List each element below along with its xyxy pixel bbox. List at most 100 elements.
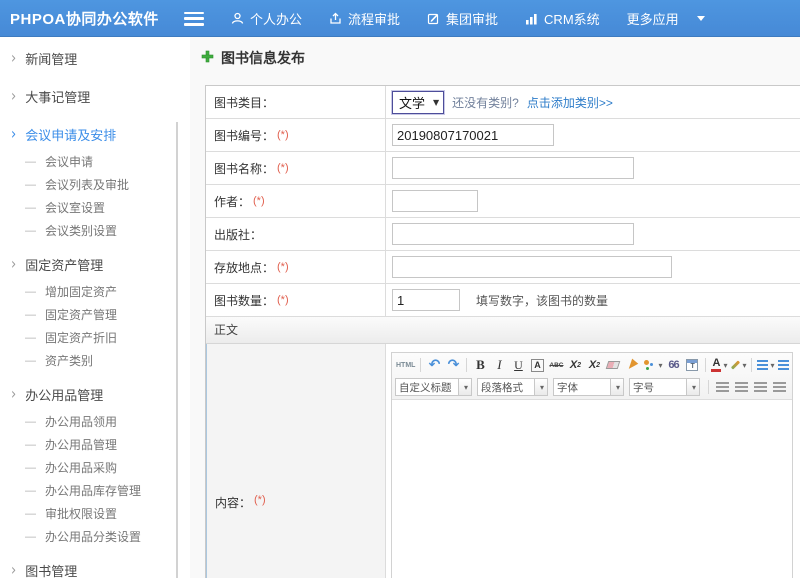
nav-crm-system[interactable]: CRM系统 <box>525 9 600 28</box>
highlight-button[interactable]: ▾ <box>729 356 747 374</box>
category-hint: 还没有类别? <box>452 94 519 111</box>
align-left-button[interactable] <box>713 378 731 396</box>
sidebar-group-books[interactable]: › 图书管理 <box>0 555 190 578</box>
sidebar-group-news[interactable]: › 新闻管理 <box>0 43 190 74</box>
plus-icon <box>201 50 214 66</box>
author-input[interactable] <box>392 190 478 212</box>
sidebar-item-asset-depreciation[interactable]: — 固定资产折旧 <box>0 326 190 349</box>
editor-content-area[interactable] <box>392 400 792 578</box>
rich-text-editor: HTML ↶ ↷ B I U A ABC X2 <box>391 352 793 578</box>
align-justify-button[interactable] <box>770 378 788 396</box>
select-caret-icon: ▼ <box>433 98 439 107</box>
form-row-quantity: 图书数量： (*) 填写数字，该图书的数量 <box>206 284 800 317</box>
nav-more-apps[interactable]: 更多应用 <box>627 9 705 28</box>
dash-icon: — <box>25 439 36 451</box>
align-center-button[interactable] <box>732 378 750 396</box>
category-select[interactable]: 文学 ▼ <box>392 91 444 114</box>
sidebar-group-events[interactable]: › 大事记管理 <box>0 81 190 112</box>
location-input[interactable] <box>392 256 672 278</box>
book-form-panel: 图书类目： 文学 ▼ 还没有类别? 点击添加类别>> 图书编号： (*) <box>205 85 800 578</box>
sidebar-group-supplies[interactable]: › 办公用品管理 <box>0 379 190 410</box>
align-right-button[interactable] <box>751 378 769 396</box>
html-source-button[interactable]: HTML <box>395 356 416 374</box>
sidebar-item-supplies-stock[interactable]: — 办公用品库存管理 <box>0 479 190 502</box>
publisher-input[interactable] <box>392 223 634 245</box>
font-border-button[interactable]: A <box>528 356 546 374</box>
nav-group-approval[interactable]: 集团审批 <box>427 9 498 28</box>
sidebar-item-meeting-apply[interactable]: — 会议申请 <box>0 150 190 173</box>
required-mark: (*) <box>277 294 289 306</box>
broom-icon <box>626 359 639 372</box>
align-center-icon <box>735 382 748 392</box>
dash-icon: — <box>25 202 36 214</box>
book-name-input[interactable] <box>392 157 634 179</box>
dash-icon: — <box>25 286 36 298</box>
sidebar-scrollbar[interactable] <box>176 122 178 578</box>
form-row-content: 内容： (*) HTML ↶ ↷ B <box>206 344 800 578</box>
clear-format-button[interactable] <box>623 356 641 374</box>
required-mark: (*) <box>277 129 289 141</box>
calendar-icon <box>686 359 698 371</box>
paint-format-button[interactable]: ▾ <box>642 356 663 374</box>
sidebar-group-assets[interactable]: › 固定资产管理 <box>0 249 190 280</box>
chevron-right-icon: › <box>11 255 16 274</box>
paint-dots-icon <box>644 360 649 365</box>
dash-icon: — <box>25 156 36 168</box>
sidebar-item-meeting-list[interactable]: — 会议列表及审批 <box>0 173 190 196</box>
hamburger-menu-icon[interactable] <box>184 12 204 26</box>
custom-title-select[interactable]: 自定义标题 ▾ <box>395 378 472 396</box>
form-row-location: 存放地点： (*) <box>206 251 800 284</box>
italic-button[interactable]: I <box>490 356 508 374</box>
sidebar-item-supplies-manage[interactable]: — 办公用品管理 <box>0 433 190 456</box>
sidebar-item-supplies-category[interactable]: — 办公用品分类设置 <box>0 525 190 548</box>
dash-icon: — <box>25 332 36 344</box>
sidebar-item-asset-add[interactable]: — 增加固定资产 <box>0 280 190 303</box>
font-color-button[interactable]: A▾ <box>710 356 728 374</box>
quantity-input[interactable] <box>392 289 460 311</box>
add-category-link[interactable]: 点击添加类别>> <box>527 94 613 111</box>
unordered-list-button[interactable]: ▾ <box>777 356 790 374</box>
nav-personal-office[interactable]: 个人办公 <box>231 9 302 28</box>
nav-workflow-approval[interactable]: 流程审批 <box>329 9 400 28</box>
app-window: PHPOA协同办公软件 个人办公 流程审批 集团审批 CRM系统 <box>0 0 800 578</box>
bar-chart-icon <box>525 13 538 25</box>
strikethrough-button[interactable]: ABC <box>547 356 565 374</box>
sidebar-item-asset-manage[interactable]: — 固定资产管理 <box>0 303 190 326</box>
sidebar-item-supplies-purchase[interactable]: — 办公用品采购 <box>0 456 190 479</box>
field-label: 出版社： <box>214 226 262 243</box>
chevron-down-icon <box>697 16 705 21</box>
ordered-list-icon <box>757 360 768 370</box>
dash-icon: — <box>25 508 36 520</box>
underline-button[interactable]: U <box>509 356 527 374</box>
person-icon <box>231 12 244 25</box>
main-content: 图书信息发布 图书类目： 文学 ▼ 还没有类别? 点击添加类别>> 图书编号： … <box>190 37 800 578</box>
dash-icon: — <box>25 485 36 497</box>
sidebar-item-meeting-room[interactable]: — 会议室设置 <box>0 196 190 219</box>
flow-approval-icon <box>329 12 342 25</box>
dash-icon: — <box>25 416 36 428</box>
bold-button[interactable]: B <box>471 356 489 374</box>
sidebar-item-supplies-claim[interactable]: — 办公用品领用 <box>0 410 190 433</box>
font-size-select[interactable]: 字号 ▾ <box>629 378 700 396</box>
chevron-right-icon: › <box>11 49 16 68</box>
form-row-author: 作者： (*) <box>206 185 800 218</box>
superscript-button[interactable]: X2 <box>566 356 584 374</box>
field-label: 图书编号： <box>214 127 274 144</box>
subscript-button[interactable]: X2 <box>585 356 603 374</box>
quantity-hint: 填写数字，该图书的数量 <box>476 292 608 309</box>
sidebar-group-meetings[interactable]: › 会议申请及安排 <box>0 119 190 150</box>
eraser-button[interactable] <box>604 356 622 374</box>
undo-button[interactable]: ↶ <box>425 356 443 374</box>
ordered-list-button[interactable]: ▾ <box>756 356 775 374</box>
font-family-select[interactable]: 字体 ▾ <box>553 378 624 396</box>
form-row-book-name: 图书名称： (*) <box>206 152 800 185</box>
date-insert-button[interactable] <box>683 356 701 374</box>
sidebar-item-meeting-category[interactable]: — 会议类别设置 <box>0 219 190 242</box>
chevron-right-icon: › <box>11 385 16 404</box>
sidebar-item-approval-permission[interactable]: — 审批权限设置 <box>0 502 190 525</box>
sidebar-item-asset-category[interactable]: — 资产类别 <box>0 349 190 372</box>
redo-button[interactable]: ↷ <box>444 356 462 374</box>
blockquote-button[interactable]: 66 <box>664 356 682 374</box>
paragraph-format-select[interactable]: 段落格式 ▾ <box>477 378 548 396</box>
book-number-input[interactable] <box>392 124 554 146</box>
